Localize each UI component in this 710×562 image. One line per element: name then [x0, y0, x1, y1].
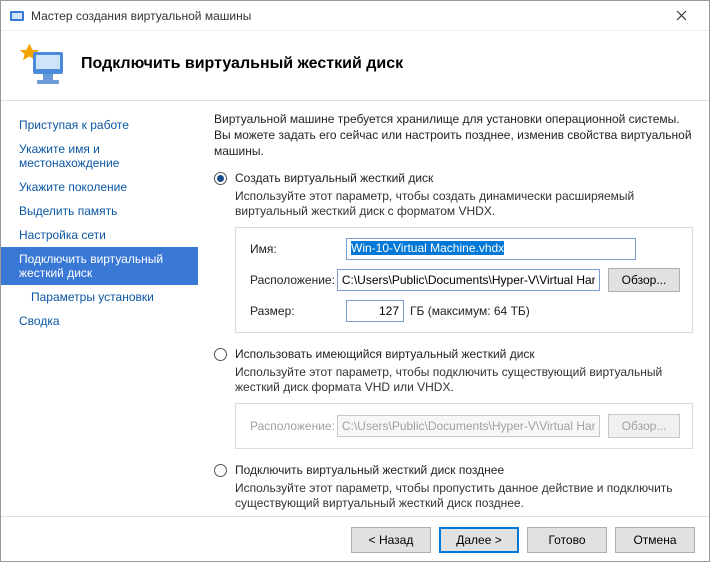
name-input[interactable]: Win-10-Virtual Machine.vhdx [346, 238, 636, 260]
location-input[interactable] [337, 269, 600, 291]
existing-location-input [337, 415, 600, 437]
existing-location-label: Расположение: [250, 419, 337, 433]
window-title: Мастер создания виртуальной машины [31, 9, 661, 23]
name-label: Имя: [250, 242, 346, 256]
sidebar-item-install-options[interactable]: Параметры установки [1, 285, 198, 309]
radio-create-vhd[interactable] [214, 172, 227, 185]
existing-browse-button: Обзор... [608, 414, 680, 438]
radio-attach-later[interactable] [214, 464, 227, 477]
intro-text: Виртуальной машине требуется хранилище д… [214, 111, 693, 159]
location-label: Расположение: [250, 273, 337, 287]
browse-button[interactable]: Обзор... [608, 268, 680, 292]
size-label: Размер: [250, 304, 346, 318]
back-button[interactable]: < Назад [351, 527, 431, 553]
wizard-footer: < Назад Далее > Готово Отмена [1, 516, 709, 562]
sidebar-item-summary[interactable]: Сводка [1, 309, 198, 333]
app-icon [9, 8, 25, 24]
radio-create-vhd-label: Создать виртуальный жесткий диск [235, 171, 433, 185]
header-icon [17, 40, 65, 88]
sidebar-item-networking[interactable]: Настройка сети [1, 223, 198, 247]
option-create-vhd: Создать виртуальный жесткий диск Использ… [214, 171, 693, 333]
radio-attach-later-label: Подключить виртуальный жесткий диск позд… [235, 463, 504, 477]
size-suffix: ГБ (максимум: 64 ТБ) [410, 304, 530, 318]
option-attach-later: Подключить виртуальный жесткий диск позд… [214, 463, 693, 511]
option-create-desc: Используйте этот параметр, чтобы создать… [235, 189, 693, 219]
option-existing-desc: Используйте этот параметр, чтобы подключ… [235, 365, 693, 395]
radio-use-existing[interactable] [214, 348, 227, 361]
sidebar-item-connect-vhd[interactable]: Подключить виртуальный жесткий диск [1, 247, 198, 285]
cancel-button[interactable]: Отмена [615, 527, 695, 553]
radio-use-existing-label: Использовать имеющийся виртуальный жестк… [235, 347, 535, 361]
sidebar-item-generation[interactable]: Укажите поколение [1, 175, 198, 199]
option-later-desc: Используйте этот параметр, чтобы пропуст… [235, 481, 693, 511]
next-button[interactable]: Далее > [439, 527, 519, 553]
title-bar: Мастер создания виртуальной машины [1, 1, 709, 31]
sidebar-item-memory[interactable]: Выделить память [1, 199, 198, 223]
existing-vhd-form: Расположение: Обзор... [235, 403, 693, 449]
close-button[interactable] [661, 2, 701, 30]
create-vhd-form: Имя: Win-10-Virtual Machine.vhdx Располо… [235, 227, 693, 333]
wizard-sidebar: Приступая к работе Укажите имя и местона… [1, 101, 198, 516]
size-input[interactable] [346, 300, 404, 322]
finish-button[interactable]: Готово [527, 527, 607, 553]
sidebar-item-name-location[interactable]: Укажите имя и местонахождение [1, 137, 198, 175]
wizard-content: Виртуальной машине требуется хранилище д… [198, 101, 709, 516]
sidebar-item-before-you-begin[interactable]: Приступая к работе [1, 113, 198, 137]
option-use-existing: Использовать имеющийся виртуальный жестк… [214, 347, 693, 449]
page-title: Подключить виртуальный жесткий диск [81, 55, 403, 73]
wizard-header: Подключить виртуальный жесткий диск [1, 31, 709, 101]
